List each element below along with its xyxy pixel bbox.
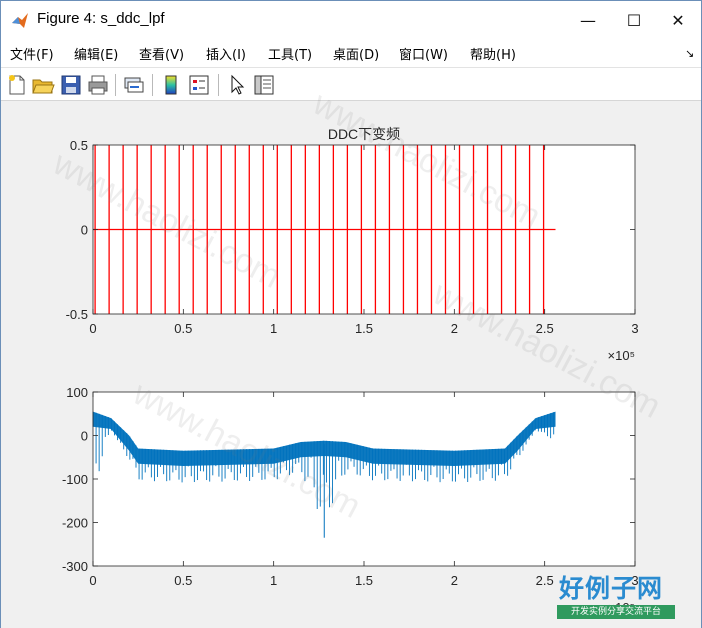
property-inspector-icon[interactable]: [252, 73, 276, 97]
window-title: Figure 4: s_ddc_lpf: [37, 10, 165, 27]
x-tick-label: 1.5: [355, 321, 373, 336]
maximize-icon: ☐: [626, 10, 642, 30]
logo-subtitle: 开发实例分享交流平台: [557, 605, 675, 619]
y-tick-label: 100: [66, 385, 88, 400]
open-file-icon[interactable]: [31, 73, 55, 97]
insert-legend-icon[interactable]: [187, 73, 211, 97]
menu-tools[interactable]: 工具(T): [268, 44, 312, 63]
menu-desktop[interactable]: 桌面(D): [333, 44, 379, 63]
site-logo: 好例子网 开发实例分享交流平台: [557, 569, 675, 621]
y-tick-label: -100: [62, 472, 88, 487]
x-tick-label: 1: [270, 573, 277, 588]
y-tick-label: -300: [62, 559, 88, 574]
menu-help[interactable]: 帮助(H): [470, 44, 516, 63]
menu-window[interactable]: 窗口(W): [399, 44, 448, 63]
print-icon[interactable]: [86, 73, 110, 97]
close-icon: ✕: [671, 10, 685, 30]
tool-bar: [1, 67, 701, 101]
link-icon[interactable]: [122, 73, 146, 97]
title-bar[interactable]: Figure 4: s_ddc_lpf — ☐ ✕: [1, 1, 701, 39]
pointer-icon[interactable]: [225, 73, 249, 97]
save-icon[interactable]: [59, 73, 83, 97]
x-tick-label: 1: [270, 321, 277, 336]
new-figure-icon[interactable]: [5, 73, 29, 97]
y-tick-label: 0: [81, 429, 88, 444]
menu-file[interactable]: 文件(F): [10, 44, 54, 63]
chart-title: DDC下变频: [328, 126, 400, 142]
y-tick-label: 0.5: [70, 138, 88, 153]
x-tick-label: 0.5: [174, 321, 192, 336]
x-tick-label: 2.5: [536, 573, 554, 588]
x-tick-label: 2: [451, 573, 458, 588]
close-button[interactable]: ✕: [655, 1, 701, 39]
x-tick-label: 0.5: [174, 573, 192, 588]
figure-window: Figure 4: s_ddc_lpf — ☐ ✕ 文件(F) 编辑(E) 查看…: [0, 0, 702, 628]
x-tick-label: 3: [631, 321, 638, 336]
minimize-button[interactable]: —: [565, 1, 611, 39]
menu-view[interactable]: 查看(V): [139, 44, 184, 63]
menu-overflow-icon[interactable]: ↘: [685, 47, 694, 60]
logo-title: 好例子网: [559, 574, 664, 603]
x-exponent-label: ×10⁵: [608, 348, 635, 363]
x-tick-label: 2.5: [536, 321, 554, 336]
insert-colorbar-icon[interactable]: [159, 73, 183, 97]
y-tick-label: -200: [62, 516, 88, 531]
x-tick-label: 1.5: [355, 573, 373, 588]
x-tick-label: 0: [89, 573, 96, 588]
x-tick-label: 0: [89, 321, 96, 336]
figure-canvas: 0 0.5 1 1.5 2 2.5 3 0.5 0 -0.5 ×10⁵ DDC下变频 0 0.5 1 1.5 2…: [1, 101, 701, 628]
x-tick-label: 2: [451, 321, 458, 336]
toolbar-separator: [152, 74, 153, 96]
plots-svg: 0 0.5 1 1.5 2 2.5 30.50-0.5×10⁵DDC下变频0 0.5 1 1.5 2…: [62, 126, 639, 615]
matlab-logo-icon: [12, 13, 28, 28]
y-tick-label: -0.5: [66, 307, 88, 322]
y-tick-label: 0: [81, 223, 88, 238]
toolbar-separator: [218, 74, 219, 96]
menu-insert[interactable]: 插入(I): [206, 44, 246, 63]
menu-bar: 文件(F) 编辑(E) 查看(V) 插入(I) 工具(T) 桌面(D) 窗口(W…: [1, 39, 701, 67]
minimize-icon: —: [580, 10, 596, 30]
maximize-button[interactable]: ☐: [611, 1, 657, 39]
toolbar-separator: [115, 74, 116, 96]
menu-edit[interactable]: 编辑(E): [74, 44, 118, 63]
